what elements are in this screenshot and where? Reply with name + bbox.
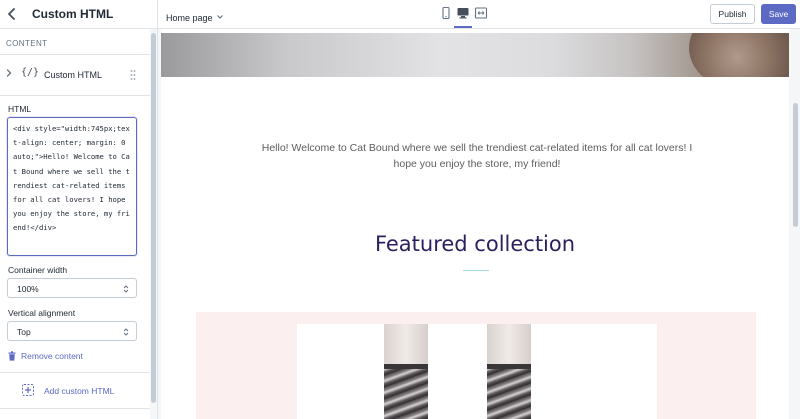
divider bbox=[0, 372, 150, 373]
heading-underline bbox=[463, 270, 489, 271]
custom-html-welcome-text: Hello! Welcome to Cat Bound where we sel… bbox=[261, 142, 693, 170]
add-block-icon bbox=[22, 384, 34, 396]
mobile-icon[interactable] bbox=[439, 6, 453, 20]
block-label: Custom HTML bbox=[44, 70, 103, 80]
back-arrow-icon[interactable] bbox=[5, 7, 19, 21]
container-width-select[interactable]: 100% bbox=[7, 278, 137, 298]
editor-topbar: Home page Publish Save bbox=[158, 0, 800, 29]
page-selector[interactable]: Home page bbox=[166, 8, 224, 23]
custom-html-block-row[interactable]: {/} Custom HTML bbox=[0, 62, 150, 88]
select-caret-icon bbox=[123, 328, 129, 336]
product-card[interactable] bbox=[297, 324, 657, 419]
vertical-alignment-label: Vertical alignment bbox=[8, 308, 76, 318]
container-width-value: 100% bbox=[17, 284, 39, 294]
vertical-alignment-select[interactable]: Top bbox=[7, 321, 137, 341]
html-field-label: HTML bbox=[8, 104, 32, 114]
vertical-alignment-value: Top bbox=[17, 327, 31, 337]
preview-frame: Hello! Welcome to Cat Bound where we sel… bbox=[161, 29, 789, 419]
sidebar-scrollbar-thumb[interactable] bbox=[151, 33, 156, 403]
product-image-leg-left bbox=[384, 324, 428, 419]
sidebar-title: Custom HTML bbox=[32, 7, 114, 21]
hero-image bbox=[161, 33, 789, 77]
divider bbox=[0, 95, 150, 96]
sidebar-scrollbar[interactable] bbox=[150, 29, 157, 419]
select-caret-icon bbox=[123, 285, 129, 293]
product-image-leg-right bbox=[487, 324, 531, 419]
chevron-down-icon bbox=[216, 14, 223, 19]
chevron-right-icon[interactable] bbox=[4, 68, 14, 78]
active-device-indicator bbox=[454, 26, 472, 28]
save-button[interactable]: Save bbox=[761, 4, 796, 24]
section-label-content: CONTENT bbox=[6, 39, 48, 48]
sidebar-header: Custom HTML bbox=[0, 0, 157, 29]
drag-handle-icon[interactable] bbox=[130, 69, 136, 81]
fullscreen-icon[interactable] bbox=[474, 6, 488, 20]
code-icon: {/} bbox=[21, 67, 40, 78]
cat-fur-image bbox=[689, 33, 789, 77]
divider bbox=[0, 54, 150, 55]
remove-content-label: Remove content bbox=[21, 351, 83, 361]
page-selector-label: Home page bbox=[166, 13, 213, 23]
trash-icon bbox=[8, 351, 16, 361]
publish-button[interactable]: Publish bbox=[710, 4, 755, 24]
preview-scrollbar[interactable] bbox=[791, 29, 800, 419]
html-code-editor[interactable]: <div style="width:745px;text-align: cent… bbox=[7, 117, 137, 256]
desktop-icon[interactable] bbox=[456, 6, 470, 20]
container-width-label: Container width bbox=[8, 265, 68, 275]
preview-scrollbar-thumb[interactable] bbox=[793, 103, 798, 227]
divider bbox=[0, 408, 150, 409]
featured-collection-heading: Featured collection bbox=[374, 232, 576, 256]
theme-editor-sidebar: Custom HTML CONTENT {/} Custom HTML HTML… bbox=[0, 0, 158, 419]
add-custom-html-button[interactable]: Add custom HTML bbox=[0, 380, 150, 402]
storefront-preview: Hello! Welcome to Cat Bound where we sel… bbox=[158, 29, 800, 419]
add-custom-html-label: Add custom HTML bbox=[44, 386, 115, 396]
